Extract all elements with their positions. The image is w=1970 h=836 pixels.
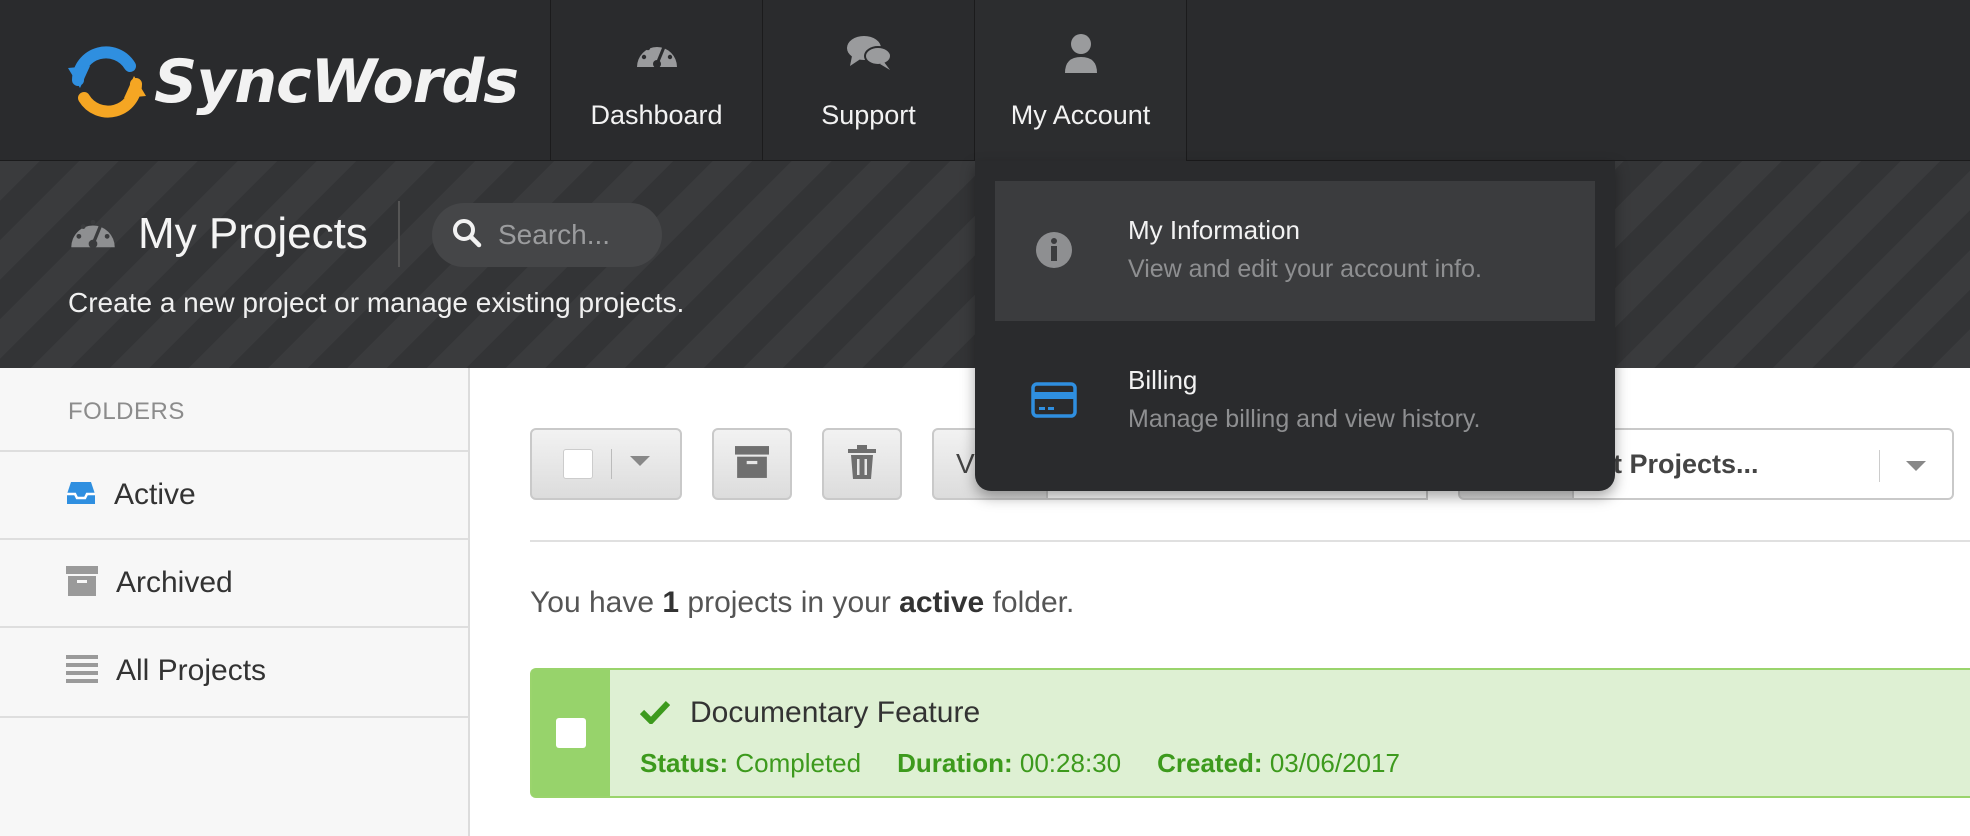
info-circle-icon xyxy=(1031,227,1077,273)
caret-down-icon xyxy=(629,455,650,473)
project-duration: Duration: 00:28:30 xyxy=(897,748,1121,779)
select-separator xyxy=(1879,450,1880,482)
syncwords-logo[interactable]: SyncWords xyxy=(68,46,519,118)
sidebar-item-label: Active xyxy=(114,478,196,511)
summary-middle: projects in your xyxy=(687,586,891,619)
folders-sidebar: FOLDERS Active Archived All Projects xyxy=(0,368,470,836)
project-meta: Status: Completed Duration: 00:28:30 Cre… xyxy=(640,748,1400,779)
project-count: 1 xyxy=(662,586,680,619)
sidebar-item-archived[interactable]: Archived xyxy=(0,538,468,626)
created-label: Created: xyxy=(1157,748,1263,778)
current-folder-name: active xyxy=(899,586,985,619)
duration-value: 00:28:30 xyxy=(1019,748,1122,778)
credit-card-icon xyxy=(1031,377,1077,423)
toolbar-divider xyxy=(530,540,1970,542)
chat-bubbles-icon xyxy=(846,32,892,74)
menu-item-title: My Information xyxy=(1128,215,1300,245)
menu-item-description: View and edit your account info. xyxy=(1128,255,1482,283)
caret-down-icon xyxy=(1906,460,1926,478)
trash-icon xyxy=(848,444,876,484)
inbox-icon xyxy=(66,480,96,511)
user-icon xyxy=(1058,32,1104,74)
created-value: 03/06/2017 xyxy=(1269,748,1400,778)
status-label: Status: xyxy=(640,748,729,778)
project-row[interactable]: Documentary Feature Status: Completed Du… xyxy=(530,668,1970,798)
title-divider xyxy=(398,201,400,267)
brand-name: SyncWords xyxy=(154,47,519,117)
select-all-checkbox[interactable] xyxy=(562,449,593,479)
nav-label: Support xyxy=(821,100,916,130)
list-lines-icon xyxy=(66,654,98,688)
search-input[interactable]: Search... xyxy=(432,203,662,267)
summary-prefix: You have xyxy=(530,586,655,619)
menu-item-billing[interactable]: Billing Manage billing and view history. xyxy=(995,331,1595,471)
main-nav: Dashboard Support My Account xyxy=(550,0,1187,161)
view-filter-text: V xyxy=(956,448,975,479)
nav-dashboard[interactable]: Dashboard xyxy=(551,0,763,161)
project-checkbox[interactable] xyxy=(556,718,586,748)
dashboard-gauge-icon xyxy=(634,32,680,74)
page-title: My Projects xyxy=(138,209,368,258)
menu-item-my-information[interactable]: My Information View and edit your accoun… xyxy=(995,181,1595,321)
folders-heading: FOLDERS xyxy=(68,398,185,425)
page-title-group: My Projects xyxy=(68,209,368,259)
search-icon xyxy=(452,218,482,253)
sidebar-item-all-projects[interactable]: All Projects xyxy=(0,626,468,714)
duration-label: Duration: xyxy=(897,748,1013,778)
sidebar-item-active[interactable]: Active xyxy=(0,450,468,538)
menu-item-description: Manage billing and view history. xyxy=(1128,405,1481,433)
nav-my-account[interactable]: My Account xyxy=(975,0,1187,161)
status-value: Completed xyxy=(735,748,862,778)
checkmark-icon xyxy=(639,700,671,729)
nav-label: My Account xyxy=(1010,100,1151,130)
project-status: Status: Completed xyxy=(640,748,861,779)
sort-projects-select[interactable]: ort Projects... xyxy=(1572,428,1954,500)
archive-box-icon xyxy=(66,565,98,601)
project-count-summary: You have 1 projects in your active folde… xyxy=(530,586,1074,620)
top-navbar: SyncWords Dashboard Support My Account xyxy=(0,0,1970,161)
archive-box-icon xyxy=(735,445,769,483)
account-dropdown-menu: My Information View and edit your accoun… xyxy=(975,161,1615,491)
summary-suffix: folder. xyxy=(992,586,1075,619)
nav-support[interactable]: Support xyxy=(763,0,975,161)
search-placeholder: Search... xyxy=(498,219,611,250)
archive-button[interactable] xyxy=(712,428,792,500)
menu-item-title: Billing xyxy=(1128,365,1198,395)
nav-label: Dashboard xyxy=(590,100,723,130)
syncwords-logo-icon xyxy=(68,46,146,118)
delete-button[interactable] xyxy=(822,428,902,500)
dashboard-gauge-icon xyxy=(68,212,118,257)
project-created: Created: 03/06/2017 xyxy=(1157,748,1400,779)
sidebar-divider xyxy=(0,716,468,718)
sidebar-item-label: All Projects xyxy=(116,654,267,687)
page-subtitle: Create a new project or manage existing … xyxy=(68,287,685,318)
project-select-cell xyxy=(532,670,610,796)
sidebar-item-label: Archived xyxy=(116,566,233,599)
button-separator xyxy=(610,449,612,479)
project-name[interactable]: Documentary Feature xyxy=(690,696,980,730)
select-all-dropdown[interactable] xyxy=(530,428,682,500)
